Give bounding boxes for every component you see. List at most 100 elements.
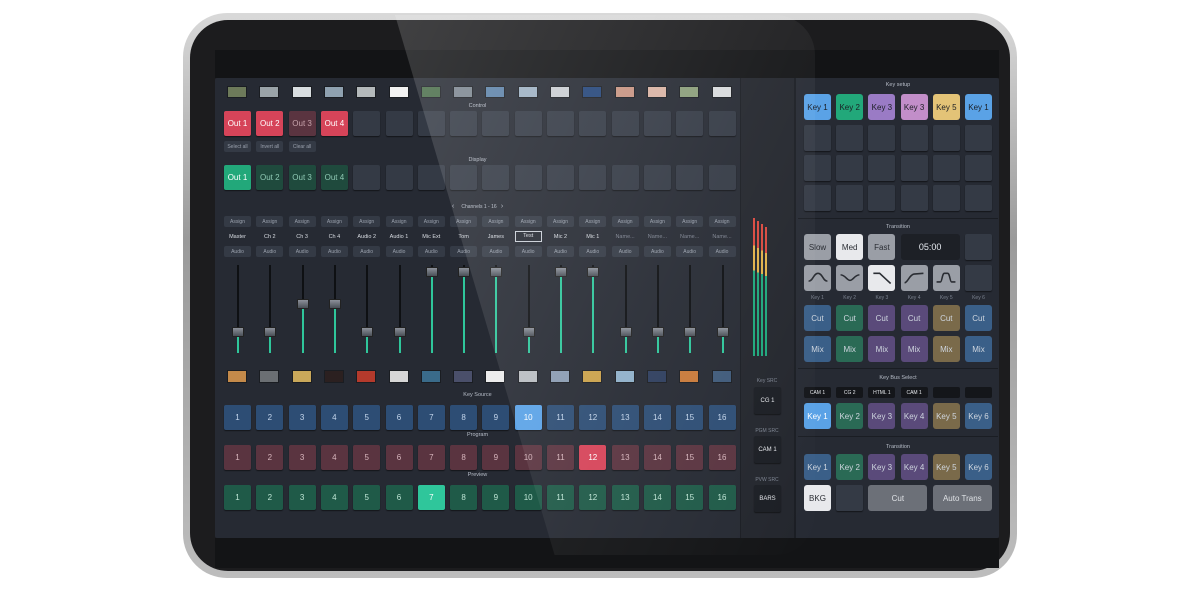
channel-name[interactable]: Ch 2 (256, 234, 283, 242)
preview-button[interactable]: 8 (450, 485, 478, 510)
key-setup-empty-slot[interactable] (804, 185, 831, 211)
key-bus-key-button[interactable]: Key 3 (868, 403, 896, 429)
chevron-right-icon[interactable]: › (499, 203, 505, 211)
channel-assign-button[interactable]: Assign (547, 216, 574, 227)
chevron-left-icon[interactable]: ‹ (450, 203, 456, 211)
source-thumbnail[interactable] (485, 370, 506, 383)
control-small-button[interactable]: Invert all (256, 141, 284, 152)
program-button[interactable]: 14 (643, 445, 671, 470)
key-setup-empty-slot[interactable] (932, 125, 960, 151)
preview-button[interactable]: 7 (417, 485, 445, 510)
source-thumbnail[interactable] (711, 370, 732, 383)
key-setup-empty-slot[interactable] (900, 185, 928, 211)
channel-name[interactable]: James (482, 234, 509, 242)
preview-button[interactable]: 1 (224, 485, 251, 510)
preview-button[interactable]: 15 (676, 485, 704, 510)
camera-thumbnail[interactable] (420, 86, 441, 98)
display-empty-slot[interactable] (450, 165, 478, 190)
channel-audio-button[interactable]: Audio (450, 246, 478, 257)
key-source-button[interactable]: 13 (611, 405, 639, 430)
channel-assign-button[interactable]: Assign (450, 216, 478, 227)
key-source-button[interactable]: 2 (256, 405, 284, 430)
camera-thumbnail[interactable] (582, 86, 603, 98)
channel-name[interactable]: Mic 1 (579, 234, 606, 242)
channel-assign-button[interactable]: Assign (482, 216, 510, 227)
camera-thumbnail[interactable] (711, 86, 732, 98)
channel-name[interactable]: Mic 2 (547, 234, 574, 242)
control-small-button[interactable]: Select all (224, 141, 251, 152)
source-thumbnail[interactable] (323, 370, 344, 383)
channel-assign-button[interactable]: Assign (514, 216, 542, 227)
transition-speed-button[interactable]: Slow (804, 234, 831, 260)
source-thumbnail[interactable] (291, 370, 312, 383)
channel-name[interactable]: Audio 1 (386, 234, 413, 242)
program-button[interactable]: 6 (385, 445, 413, 470)
channel-audio-button[interactable]: Audio (676, 246, 704, 257)
transition-key-button[interactable]: Key 5 (932, 454, 960, 480)
control-empty-slot[interactable] (353, 111, 381, 136)
key-source-button[interactable]: 11 (547, 405, 574, 430)
channel-audio-button[interactable]: Audio (547, 246, 574, 257)
ease-linear-drop-icon[interactable] (868, 265, 896, 291)
control-small-button[interactable]: Clear all (288, 141, 316, 152)
program-button[interactable]: 9 (482, 445, 510, 470)
channel-assign-button[interactable]: Assign (385, 216, 413, 227)
key-setup-empty-slot[interactable] (965, 125, 992, 151)
program-button[interactable]: 4 (320, 445, 348, 470)
channel-assign-button[interactable]: Assign (320, 216, 348, 227)
transition-cut-button[interactable]: Cut (900, 305, 928, 331)
channel-assign-button[interactable]: Assign (417, 216, 445, 227)
key-bus-source[interactable]: CAM 1 (804, 387, 831, 398)
control-empty-slot[interactable] (417, 111, 445, 136)
key-setup-empty-slot[interactable] (868, 125, 896, 151)
camera-thumbnail[interactable] (485, 86, 506, 98)
display-output-button[interactable]: Out 4 (320, 165, 348, 190)
control-empty-slot[interactable] (676, 111, 704, 136)
camera-thumbnail[interactable] (646, 86, 667, 98)
key-setup-button[interactable]: Key 2 (836, 94, 864, 120)
channel-name[interactable]: Name... (612, 234, 639, 242)
channel-assign-button[interactable]: Assign (676, 216, 704, 227)
preview-button[interactable]: 10 (514, 485, 542, 510)
program-button[interactable]: 7 (417, 445, 445, 470)
key-setup-empty-slot[interactable] (868, 185, 896, 211)
program-button[interactable]: 15 (676, 445, 704, 470)
camera-thumbnail[interactable] (291, 86, 312, 98)
key-setup-empty-slot[interactable] (804, 125, 831, 151)
camera-thumbnail[interactable] (550, 86, 570, 98)
camera-thumbnail[interactable] (323, 86, 344, 98)
source-thumbnail[interactable] (582, 370, 603, 383)
key-bus-key-button[interactable]: Key 4 (900, 403, 928, 429)
fader-knob[interactable] (522, 326, 535, 337)
display-empty-slot[interactable] (611, 165, 639, 190)
display-empty-slot[interactable] (708, 165, 736, 190)
fader-knob[interactable] (490, 267, 503, 278)
display-empty-slot[interactable] (643, 165, 671, 190)
ease-in-out-icon[interactable] (804, 265, 831, 291)
display-empty-slot[interactable] (385, 165, 413, 190)
key-bus-source[interactable] (965, 387, 992, 398)
display-empty-slot[interactable] (514, 165, 542, 190)
transition-mix-button[interactable]: Mix (965, 336, 992, 362)
program-button[interactable]: 11 (547, 445, 574, 470)
program-button[interactable]: 10 (514, 445, 542, 470)
fader-knob[interactable] (296, 298, 309, 309)
transition-key-button[interactable]: Key 6 (965, 454, 992, 480)
src-button[interactable]: CAM 1 (754, 436, 781, 463)
source-thumbnail[interactable] (550, 370, 570, 383)
control-empty-slot[interactable] (547, 111, 574, 136)
channel-audio-button[interactable]: Audio (643, 246, 671, 257)
source-thumbnail[interactable] (453, 370, 474, 383)
channel-audio-button[interactable]: Audio (256, 246, 284, 257)
display-empty-slot[interactable] (353, 165, 381, 190)
channel-name[interactable]: Name... (676, 234, 703, 242)
channel-name[interactable]: Name... (644, 234, 671, 242)
key-source-button[interactable]: 6 (385, 405, 413, 430)
key-setup-empty-slot[interactable] (965, 185, 992, 211)
fader-knob[interactable] (361, 326, 374, 337)
source-thumbnail[interactable] (227, 370, 247, 383)
key-setup-empty-slot[interactable] (868, 155, 896, 181)
auto-trans-button[interactable]: Auto Trans (932, 485, 992, 511)
preview-button[interactable]: 13 (611, 485, 639, 510)
transition-cut-button[interactable]: Cut (804, 305, 831, 331)
